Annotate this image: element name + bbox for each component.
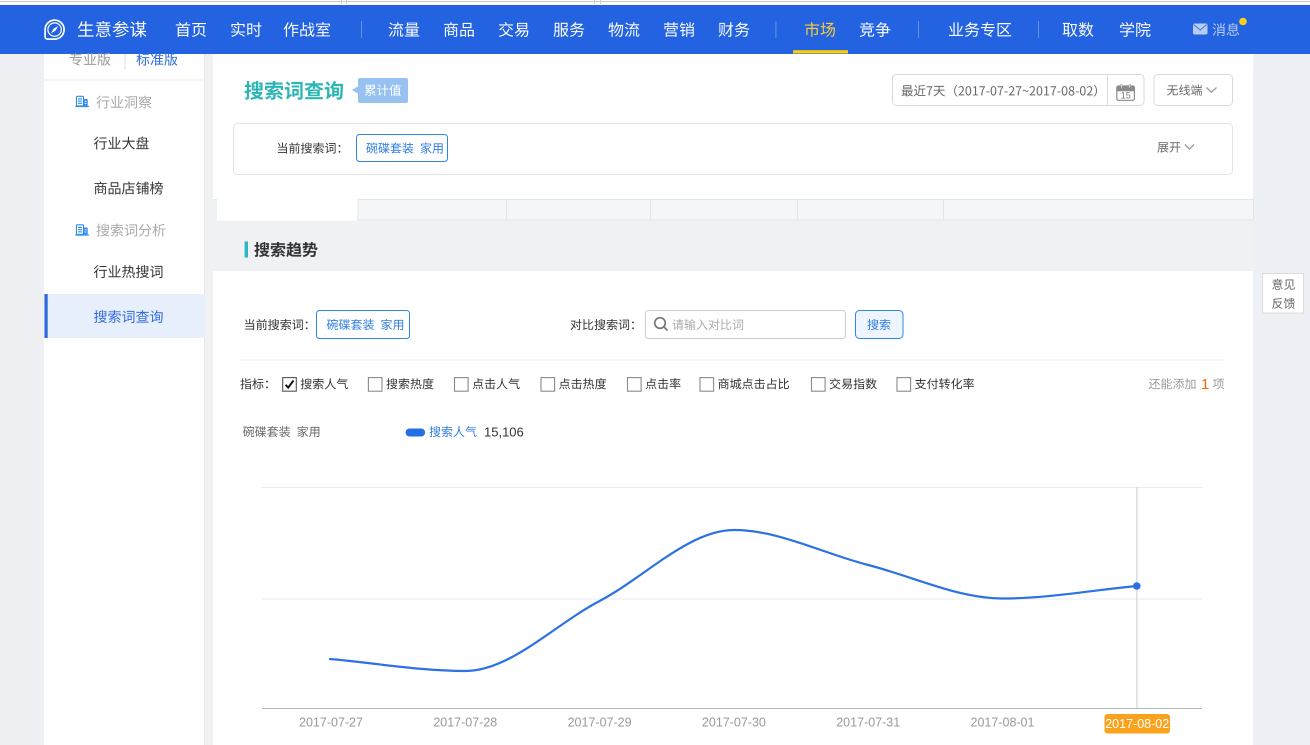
svg-text:2017-07-27: 2017-07-27: [299, 716, 363, 730]
svg-text:1: 1: [1201, 376, 1209, 393]
svg-text:15,106: 15,106: [484, 425, 524, 440]
svg-text:2017-08-02: 2017-08-02: [1105, 717, 1169, 731]
svg-text:2017-08-01: 2017-08-01: [971, 716, 1035, 730]
svg-text:2017-07-30: 2017-07-30: [702, 716, 766, 730]
svg-text:15: 15: [1121, 91, 1131, 101]
svg-text:2017-07-29: 2017-07-29: [568, 716, 632, 730]
svg-text:2017-07-28: 2017-07-28: [433, 716, 497, 730]
svg-text:2017-07-31: 2017-07-31: [836, 716, 900, 730]
